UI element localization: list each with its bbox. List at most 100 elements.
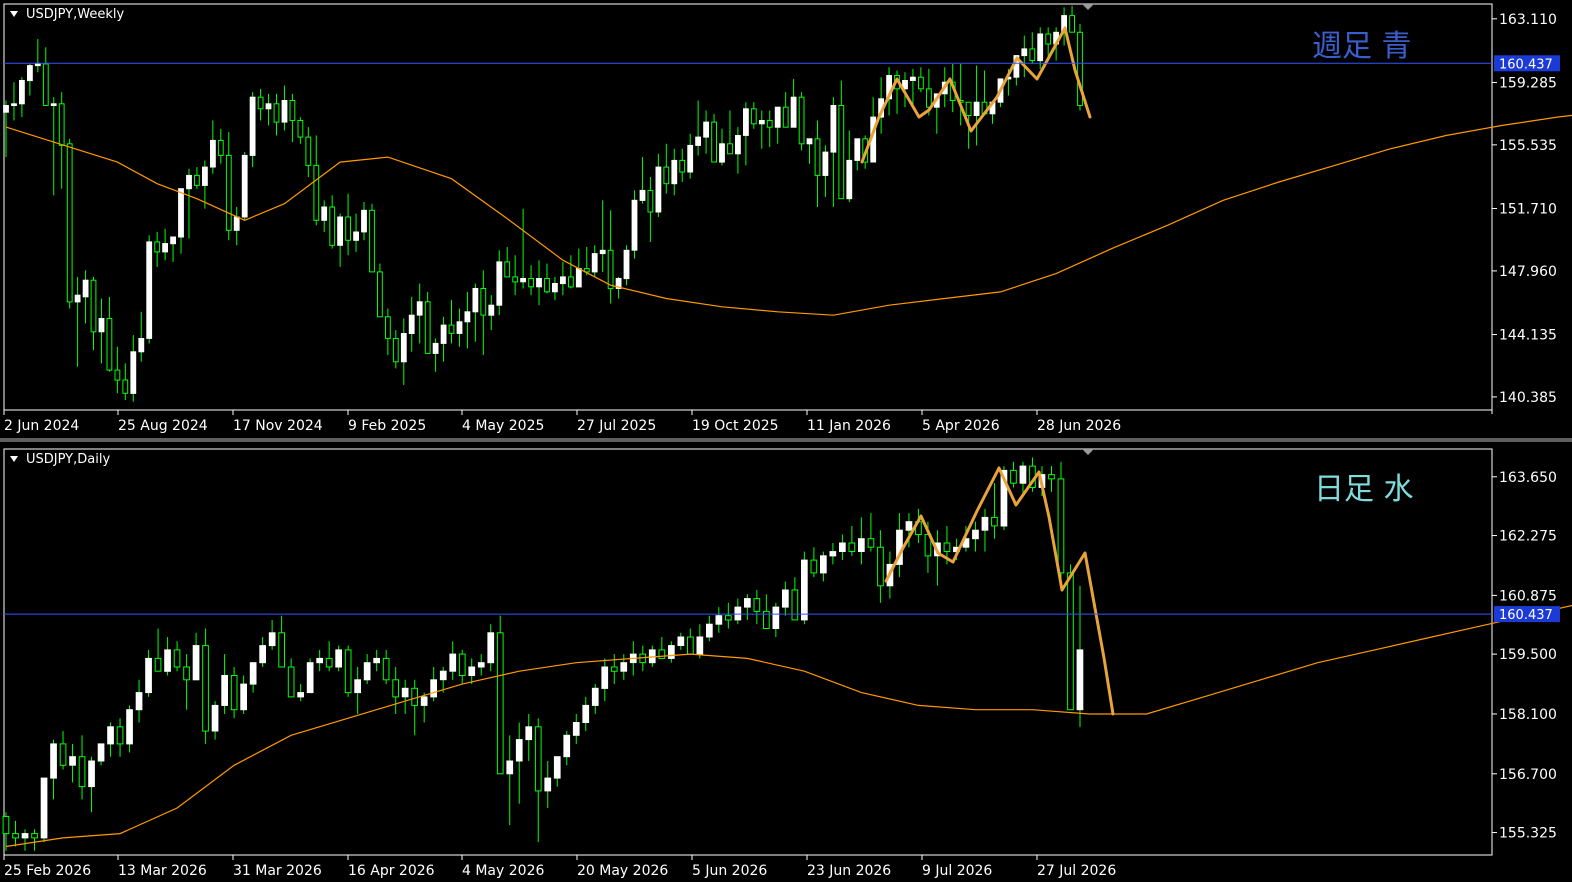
candle-body [194, 174, 200, 186]
candle-body [610, 666, 618, 672]
candle-body [696, 636, 704, 655]
candle-body [344, 649, 352, 694]
candle-body [408, 314, 415, 335]
candle-body [687, 636, 694, 655]
candle-body [520, 278, 527, 283]
candle-body [810, 559, 818, 574]
candle-body [1057, 478, 1065, 574]
price-tick-label: 158.100 [1499, 707, 1557, 723]
candle [335, 645, 342, 672]
candle [66, 138, 73, 309]
candle-body [107, 726, 114, 745]
candle [1067, 564, 1074, 711]
candle-body [1067, 572, 1074, 711]
candle-body [183, 666, 190, 681]
price-tick-label: 155.325 [1499, 826, 1557, 842]
candle-body [607, 249, 614, 290]
candle-body [78, 756, 86, 788]
candle-body [240, 683, 248, 711]
candle-body [1019, 465, 1027, 484]
weekly-symbol-label: USDJPY,Weekly [26, 7, 124, 22]
candle-body [528, 278, 535, 288]
price-tick-label: 163.650 [1499, 470, 1557, 486]
candle-body [743, 108, 749, 136]
candle-body [154, 657, 162, 672]
price-tick-label: 156.700 [1499, 767, 1557, 783]
candle-body [905, 521, 913, 531]
candle-body [506, 760, 514, 775]
candle-body [620, 662, 628, 672]
candle-body [233, 216, 240, 231]
candle-body [1069, 15, 1075, 33]
candle-body [448, 324, 455, 334]
candle-body [297, 692, 304, 698]
candle-body [1010, 469, 1017, 484]
candle [40, 777, 48, 843]
candle-body [353, 231, 360, 241]
candle-body [774, 106, 781, 128]
weekly-annotation: 週足 青 [1312, 29, 1412, 64]
candle-body [926, 88, 932, 108]
candle-body [400, 333, 407, 363]
candle-body [965, 101, 972, 116]
candle-body [316, 657, 323, 664]
candle [369, 203, 375, 273]
candle-body [782, 106, 789, 128]
candle-body [758, 120, 765, 125]
candle-body [217, 139, 224, 156]
candle-body [658, 649, 666, 659]
candle-body [1029, 48, 1036, 62]
price-tick-label: 163.110 [1499, 12, 1557, 28]
candle-body [839, 542, 846, 552]
candle-body [416, 301, 423, 316]
candle-body [536, 278, 542, 288]
candle [146, 235, 153, 344]
date-tick-label: 9 Jul 2026 [922, 863, 992, 879]
candle-body [392, 338, 399, 363]
candle-body [116, 726, 124, 745]
price-tick-label: 159.285 [1499, 75, 1557, 91]
candle-body [58, 103, 65, 146]
candle-body [40, 777, 48, 839]
candle-body [477, 662, 485, 668]
date-tick-label: 20 May 2026 [577, 863, 668, 879]
candle-body [464, 311, 471, 323]
candle-body [210, 139, 216, 168]
candle-body [98, 318, 105, 333]
candle-body [313, 164, 320, 221]
candle-body [186, 174, 192, 190]
candle-body [289, 100, 296, 121]
candle-body [663, 166, 670, 185]
candle-body [591, 253, 598, 273]
candle-body [877, 546, 884, 587]
candle-body [265, 103, 272, 110]
candle-body [411, 687, 418, 706]
candle-body [369, 209, 375, 273]
candle-body [711, 121, 718, 163]
date-tick-label: 17 Nov 2024 [233, 418, 323, 434]
candle-body [2, 816, 10, 835]
candle-body [719, 143, 725, 163]
candle-body [170, 236, 176, 245]
candle-body [679, 159, 686, 173]
candle-body [281, 100, 288, 123]
candle-body [440, 324, 447, 344]
candle-body [69, 756, 76, 766]
candle-body [790, 96, 797, 128]
candle-body [798, 96, 805, 145]
candle-body [225, 154, 232, 231]
candle-body [11, 103, 17, 107]
candle-body [725, 615, 732, 621]
chart-canvas: 160.437 163.110 159.285 155.535 151.710 147.… [0, 0, 1572, 882]
candle-body [623, 249, 630, 280]
candle-body [337, 216, 344, 246]
candle-body [90, 279, 97, 333]
candle-body [138, 338, 145, 353]
candle-body [21, 833, 29, 839]
candle-body [814, 138, 821, 176]
candle-body [820, 555, 827, 574]
candle-body [145, 657, 152, 694]
candle [241, 152, 248, 221]
candle-body [97, 743, 105, 762]
candle-body [918, 76, 924, 90]
